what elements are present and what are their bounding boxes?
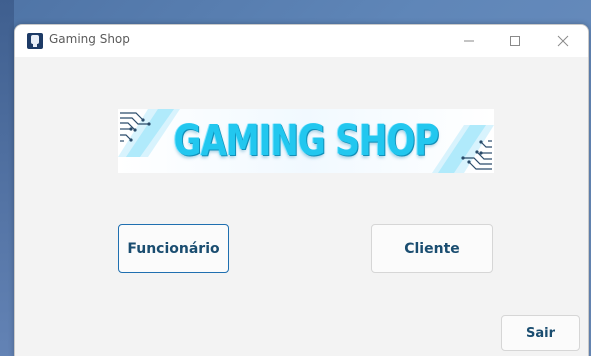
title-bar[interactable]: Gaming Shop [15, 25, 588, 57]
cliente-button[interactable]: Cliente [371, 224, 493, 273]
maximize-icon [509, 32, 521, 51]
close-icon [557, 32, 569, 51]
minimize-icon [463, 32, 475, 51]
maximize-button[interactable] [492, 25, 538, 57]
app-icon [27, 33, 43, 49]
funcionario-button[interactable]: Funcionário [118, 224, 229, 273]
desktop-background [0, 0, 14, 356]
app-window: Gaming Shop GAMING SHOP Funcionário Clie… [14, 24, 589, 356]
close-button[interactable] [540, 25, 586, 57]
circuit-right-decoration [432, 125, 494, 173]
gaming-shop-banner: GAMING SHOP [118, 109, 494, 173]
sair-button[interactable]: Sair [501, 315, 580, 351]
minimize-button[interactable] [446, 25, 492, 57]
window-title: Gaming Shop [49, 32, 130, 46]
